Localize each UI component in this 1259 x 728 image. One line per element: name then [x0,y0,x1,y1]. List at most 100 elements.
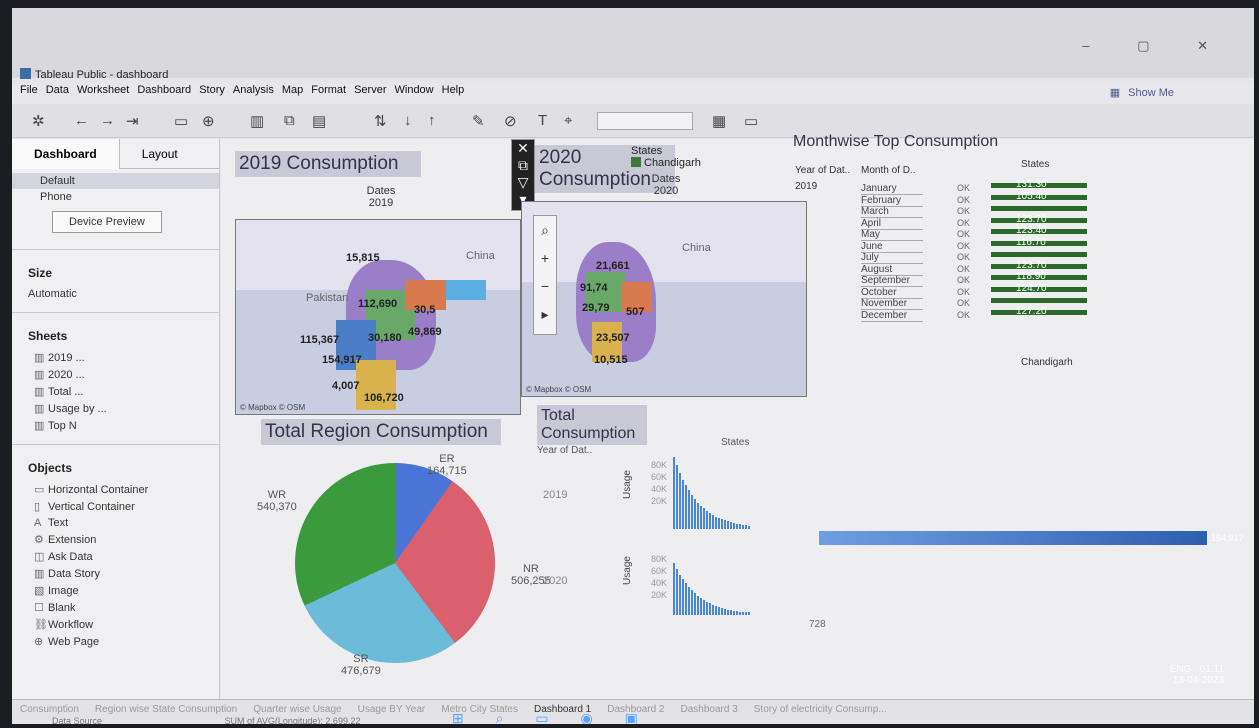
histogram-bar[interactable] [733,610,735,615]
month-row[interactable]: July OK [861,252,1121,264]
histogram-bar[interactable] [709,512,711,529]
back-icon[interactable]: ← [74,112,89,129]
sort-asc-icon[interactable]: ↓ [404,112,412,129]
swap-icon[interactable]: ⇅ [374,112,387,130]
new-datasource-icon[interactable]: ⊕ [202,112,215,130]
menu-item-worksheet[interactable]: Worksheet [77,84,129,96]
month-row[interactable]: December OK 127.20 [861,306,1121,322]
object-item[interactable]: ▥ Data Story [12,565,219,582]
histogram-2019[interactable] [673,453,763,529]
histogram-bar[interactable] [709,603,711,615]
clear-sheet-icon[interactable]: ▤ [312,112,326,130]
object-item[interactable]: ▭ Horizontal Container [12,481,219,498]
histogram-bar[interactable] [697,595,699,615]
zoom-in-icon[interactable]: + [541,250,549,266]
sheet-item[interactable]: ▥ 2020 ... [12,366,219,383]
histogram-bar[interactable] [700,505,702,529]
histogram-bar[interactable] [721,519,723,529]
month-row[interactable]: January OK 131.30 [861,179,1121,195]
histogram-bar[interactable] [748,525,750,529]
histogram-bar[interactable] [742,612,744,615]
histogram-bar[interactable] [703,600,705,615]
show-cards-icon[interactable]: ▦ [712,112,726,130]
zoom-out-icon[interactable]: − [541,278,549,294]
histogram-bar[interactable] [745,525,747,529]
data-source-tab[interactable]: Data Source [52,716,102,724]
histogram-bar[interactable] [727,609,729,615]
device-default[interactable]: Default [12,173,219,189]
map-toolbar[interactable]: ⌕ + − ▸ [533,215,557,335]
histogram-bar[interactable] [733,523,735,529]
menu-item-format[interactable]: Format [311,84,346,96]
clock-time[interactable]: 01:11 [1200,664,1224,675]
histogram-bar[interactable] [706,510,708,529]
sheet-item[interactable]: ▥ Total ... [12,383,219,400]
histogram-bar[interactable] [676,569,678,615]
map-2019[interactable]: Pakistan China 15,815 112,690 30,5 115,3… [235,219,521,415]
legend-item[interactable]: Chandigarh [631,157,701,169]
histogram-bar[interactable] [691,590,693,615]
group-icon[interactable]: ⊘ [504,112,517,130]
histogram-bar[interactable] [736,611,738,615]
histogram-bar[interactable] [724,608,726,615]
histogram-bar[interactable] [697,502,699,529]
histogram-bar[interactable] [736,523,738,529]
forward-icon[interactable]: → [100,112,115,129]
histogram-bar[interactable] [700,598,702,615]
histogram-bar[interactable] [715,516,717,529]
histogram-bar[interactable] [673,457,675,529]
presentation-icon[interactable]: ▭ [744,112,758,130]
histogram-bar[interactable] [679,472,681,529]
month-row[interactable]: August OK 123.70 [861,260,1121,276]
object-item[interactable]: A Text [12,515,219,531]
object-item[interactable]: ⚙ Extension [12,531,219,548]
histogram-bar[interactable] [682,479,684,529]
menu-item-help[interactable]: Help [442,84,465,96]
histogram-bar[interactable] [721,607,723,615]
histogram-bar[interactable] [739,611,741,615]
region-pie[interactable] [295,463,495,663]
object-item[interactable]: ▯ Vertical Container [12,498,219,515]
clock-date[interactable]: 13-04-2023 [1173,675,1224,686]
label-icon[interactable]: T [538,112,547,129]
device-phone[interactable]: Phone [12,189,219,205]
histogram-bar[interactable] [688,490,690,529]
menu-item-data[interactable]: Data [46,84,69,96]
taskbar-icons[interactable]: ⊞ ⌕ ▭ ◉ ▣ [452,710,652,724]
month-row[interactable]: May OK 123.40 [861,225,1121,241]
menu-item-server[interactable]: Server [354,84,386,96]
histogram-2020[interactable] [673,551,763,615]
histogram-bar[interactable] [748,612,750,615]
new-worksheet-icon[interactable]: ▥ [250,112,264,130]
histogram-bar[interactable] [691,495,693,529]
histogram-bar[interactable] [739,524,741,529]
sort-desc-icon[interactable]: ↑ [428,112,436,129]
month-row[interactable]: April OK 123.70 [861,214,1121,230]
map-2020[interactable]: China 21,661 91,74 29,79 507 23,507 10,5… [521,201,807,397]
fit-dropdown[interactable] [597,112,693,130]
sheet-item[interactable]: ▥ Top N [12,417,219,434]
tab-layout[interactable]: Layout [120,139,200,169]
histogram-bar[interactable] [706,601,708,615]
month-row[interactable]: October OK 124.70 [861,283,1121,299]
window-controls[interactable]: – ▢ ✕ [1082,38,1230,54]
histogram-bar[interactable] [730,610,732,615]
size-dropdown[interactable]: Automatic [12,286,219,302]
search-icon[interactable]: ⌕ [541,222,549,238]
menu-item-map[interactable]: Map [282,84,303,96]
total-bar[interactable] [819,531,1207,545]
histogram-bar[interactable] [694,499,696,529]
menu-item-window[interactable]: Window [395,84,434,96]
histogram-bar[interactable] [715,605,717,615]
histogram-bar[interactable] [673,563,675,615]
device-preview-button[interactable]: Device Preview [52,211,162,233]
histogram-bar[interactable] [688,587,690,615]
histogram-bar[interactable] [745,612,747,615]
object-item[interactable]: ☐ Blank [12,599,219,616]
histogram-bar[interactable] [685,583,687,615]
histogram-bar[interactable] [703,508,705,529]
month-row[interactable]: March OK [861,206,1121,218]
histogram-bar[interactable] [730,522,732,529]
object-item[interactable]: ⛓Workflow [12,616,219,633]
histogram-bar[interactable] [718,517,720,529]
